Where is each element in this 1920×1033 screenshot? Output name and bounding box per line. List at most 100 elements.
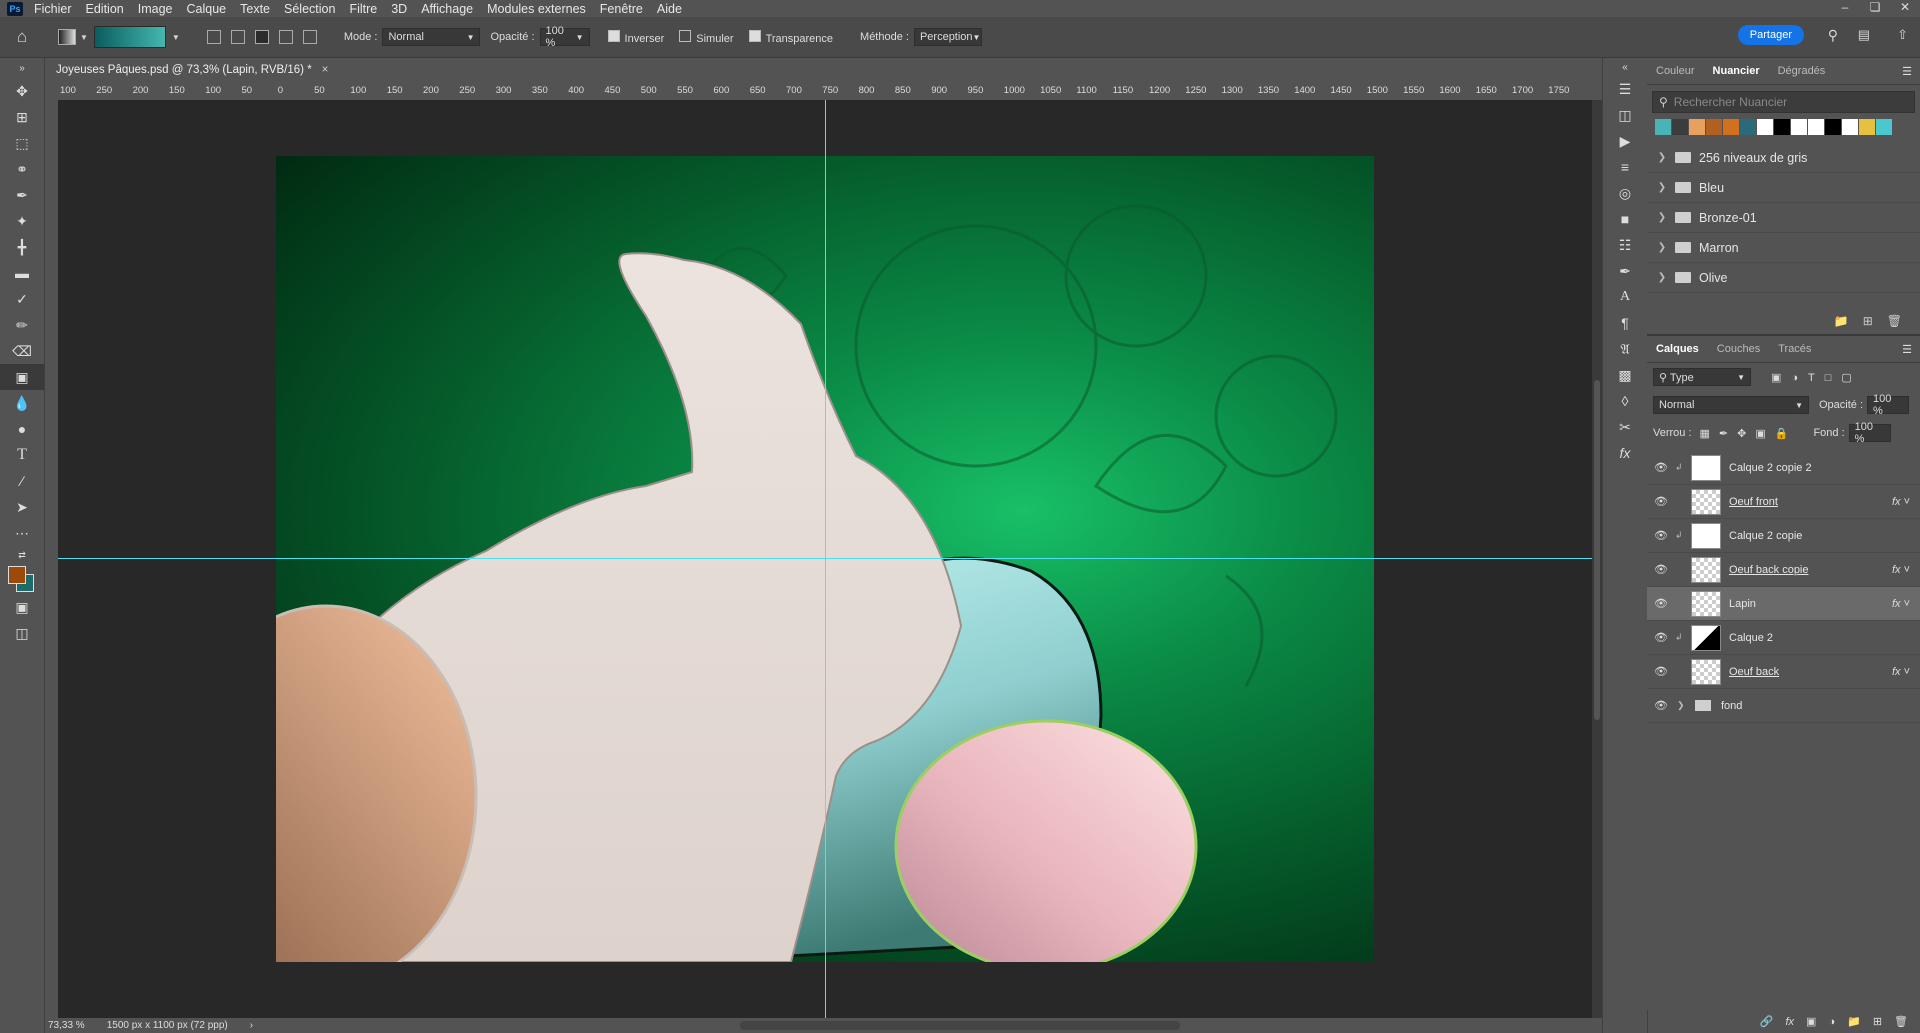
fx-icon[interactable]: fx ˅ (1892, 666, 1910, 678)
radial-gradient-button[interactable] (230, 30, 245, 44)
menu-item-3d[interactable]: 3D (384, 2, 414, 16)
color-swatch[interactable] (1859, 119, 1875, 135)
layer-name[interactable]: Oeuf back copie (1729, 564, 1809, 576)
layer-thumbnail[interactable] (1691, 590, 1721, 617)
visibility-eye-icon[interactable]: 👁 (1647, 563, 1675, 576)
visibility-eye-icon[interactable]: 👁 (1647, 461, 1675, 474)
tab-degrades[interactable]: Dégradés (1769, 65, 1835, 77)
lock-icons[interactable]: ▦✒✥▣🔒 (1700, 427, 1798, 440)
home-icon[interactable]: ⌂ (0, 27, 44, 47)
swatch-folder[interactable]: ❯ 256 niveaux de gris (1647, 143, 1920, 173)
layer-name[interactable]: Calque 2 (1729, 632, 1773, 644)
menu-item-affichage[interactable]: Affichage (414, 2, 480, 16)
color-swatch[interactable] (1876, 119, 1892, 135)
gradient-preview[interactable] (93, 26, 166, 48)
new-group-icon[interactable]: 📁 (1834, 314, 1849, 328)
layer-row[interactable]: 👁 Lapin fx ˅ (1647, 587, 1920, 621)
mode-select[interactable]: Normal ▼ (382, 28, 481, 46)
color-swatch[interactable] (1825, 119, 1841, 135)
restore-icon[interactable]: ❏ (1860, 0, 1890, 17)
line-tool-icon[interactable]: ∕ (0, 468, 44, 494)
layer-name[interactable]: Oeuf back (1729, 666, 1779, 678)
menu-item-calque[interactable]: Calque (180, 2, 234, 16)
layer-thumbnail[interactable] (1691, 624, 1721, 651)
layer-row[interactable]: 👁 Oeuf back fx ˅ (1647, 655, 1920, 689)
paragraph-icon[interactable]: ¶ (1603, 310, 1647, 336)
close-tab-icon[interactable]: × (322, 64, 329, 76)
layer-thumbnail[interactable] (1691, 658, 1721, 685)
menu-item-edition[interactable]: Edition (79, 2, 131, 16)
swatch-folder[interactable]: ❯ Bronze-01 (1647, 203, 1920, 233)
search-icon[interactable]: ⚲ (1828, 27, 1838, 44)
layer-name[interactable]: Lapin (1729, 598, 1756, 610)
swatch-folder[interactable]: ❯ Olive (1647, 263, 1920, 293)
menu-item-sélection[interactable]: Sélection (277, 2, 342, 16)
new-layer-icon[interactable]: ⊞ (1873, 1015, 1882, 1028)
history-icon[interactable]: ☰ (1603, 76, 1647, 102)
reflected-gradient-button[interactable] (278, 30, 293, 44)
brush-tool-icon[interactable]: ✏ (0, 312, 44, 338)
layer-name[interactable]: Calque 2 copie 2 (1729, 462, 1812, 474)
stamp-icon[interactable]: ■ (1603, 206, 1647, 232)
chevron-down-icon[interactable]: ▼ (172, 33, 180, 42)
adjustments-icon[interactable]: ≡ (1603, 154, 1647, 180)
color-swatch[interactable] (1689, 119, 1705, 135)
trash-icon[interactable]: 🗑 (1894, 1015, 1908, 1028)
new-swatch-icon[interactable]: ⊞ (1863, 314, 1873, 328)
character-icon[interactable]: A (1603, 284, 1647, 310)
adjustment-layer-icon[interactable]: ◑ (1828, 1016, 1835, 1028)
color-swatches[interactable] (0, 564, 44, 594)
horizontal-ruler[interactable]: 100 250 200 150 100 50 0 50 100 150 200 250 300 350 40… (58, 82, 1592, 101)
pen-tool-icon[interactable]: ✒ (0, 182, 44, 208)
quick-selection-tool-icon[interactable]: ✦ (0, 208, 44, 234)
fill-input[interactable]: 100 % (1848, 421, 1891, 445)
type-tool-icon[interactable]: T (0, 442, 44, 468)
layer-name[interactable]: fond (1721, 700, 1742, 712)
new-group-icon[interactable]: 📁 (1847, 1015, 1861, 1028)
canvas-area[interactable] (58, 100, 1592, 1018)
panel-menu-icon[interactable]: ☰ (1893, 65, 1920, 78)
transparence-checkbox[interactable]: Transparence (748, 29, 833, 45)
sliders-icon[interactable]: ☷ (1603, 232, 1647, 258)
color-swatch[interactable] (1723, 119, 1739, 135)
fx-icon[interactable]: fx ˅ (1892, 564, 1910, 576)
chevron-right-icon[interactable]: ❯ (1655, 242, 1669, 253)
visibility-eye-icon[interactable]: 👁 (1647, 631, 1675, 644)
color-swatch[interactable] (1740, 119, 1756, 135)
fx-icon[interactable]: fx (1603, 440, 1647, 466)
opacity-input[interactable]: 100 % ▼ (539, 25, 590, 49)
vertical-guide[interactable] (825, 100, 826, 1018)
layer-filter-select[interactable]: ⚲ Type ▼ (1653, 368, 1751, 386)
visibility-eye-icon[interactable]: 👁 (1647, 597, 1675, 610)
dodge-tool-icon[interactable]: ● (0, 416, 44, 442)
share-export-icon[interactable]: ⇧ (1897, 27, 1908, 43)
lasso-tool-icon[interactable]: ⚭ (0, 156, 44, 182)
trash-icon[interactable]: 🗑 (1887, 314, 1902, 328)
quick-mask-icon[interactable]: ▣ (0, 594, 44, 620)
chevron-right-icon[interactable]: ❯ (1655, 182, 1669, 193)
layer-row[interactable]: 👁 Oeuf front fx ˅ (1647, 485, 1920, 519)
swatch-folder[interactable]: ❯ Bleu (1647, 173, 1920, 203)
vertical-scrollbar[interactable] (1592, 100, 1602, 1018)
color-swatch[interactable] (1706, 119, 1722, 135)
simuler-checkbox[interactable]: Simuler (679, 29, 734, 45)
color-swatch[interactable] (1808, 119, 1824, 135)
tab-calques[interactable]: Calques (1647, 343, 1708, 355)
more-tools-icon[interactable]: ⋯ (0, 520, 44, 546)
eyedropper-tool-icon[interactable]: ✓ (0, 286, 44, 312)
zoom-level[interactable]: 73,33 % (48, 1020, 85, 1031)
share-button[interactable]: Partager (1737, 25, 1804, 45)
blend-mode-select[interactable]: Normal ▼ (1653, 396, 1809, 414)
color-swatch[interactable] (1672, 119, 1688, 135)
healing-brush-tool-icon[interactable]: ╋ (0, 234, 44, 260)
glyphs-icon[interactable]: 𝔄 (1603, 336, 1647, 362)
layer-row[interactable]: 👁 ↲ Calque 2 copie (1647, 519, 1920, 553)
visibility-eye-icon[interactable]: 👁 (1647, 529, 1675, 542)
layer-row[interactable]: 👁 ↲ Calque 2 (1647, 621, 1920, 655)
swatch-search[interactable]: ⚲ Rechercher Nuancier (1652, 91, 1915, 113)
angle-gradient-button[interactable] (254, 30, 269, 44)
crop-tool-icon[interactable]: ⊞ (0, 104, 44, 130)
layer-row[interactable]: 👁 Oeuf back copie fx ˅ (1647, 553, 1920, 587)
layer-row[interactable]: 👁 ❯ fond (1647, 689, 1920, 723)
tool-preset-picker[interactable]: ▼ (58, 29, 88, 45)
